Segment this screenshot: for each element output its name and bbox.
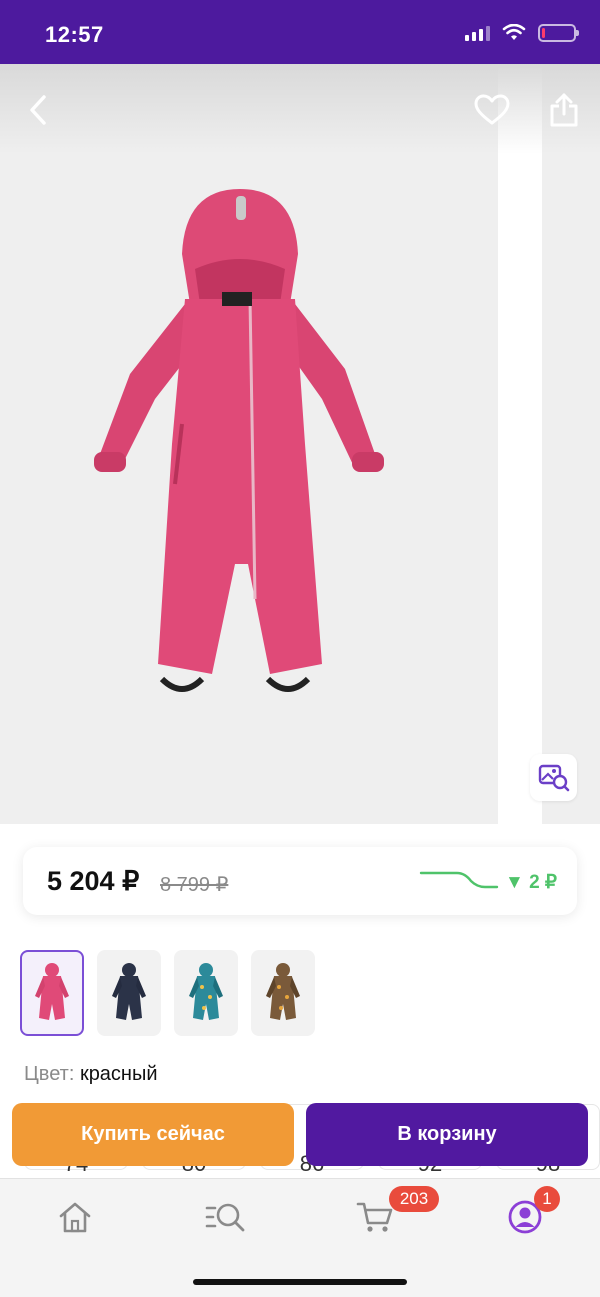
status-bar: 12:57 bbox=[0, 0, 600, 64]
wifi-icon bbox=[502, 24, 526, 40]
nav-cart[interactable]: 203 bbox=[350, 1186, 439, 1239]
nav-home[interactable] bbox=[50, 1195, 100, 1239]
product-image bbox=[94, 189, 384, 692]
variant-thumbnail-brown[interactable] bbox=[251, 950, 315, 1036]
variant-image bbox=[189, 963, 223, 1020]
catalog-search-icon bbox=[205, 1203, 245, 1232]
selected-color: Цвет: красный bbox=[24, 1063, 158, 1086]
signal-icon bbox=[465, 25, 490, 41]
color-variants bbox=[20, 950, 315, 1036]
gallery-next-image-edge bbox=[498, 64, 542, 824]
color-value: красный bbox=[79, 1063, 158, 1085]
nav-profile[interactable]: 1 bbox=[500, 1186, 560, 1239]
chevron-left-icon bbox=[30, 95, 46, 125]
status-icons bbox=[465, 24, 579, 42]
favorite-button[interactable] bbox=[470, 88, 514, 132]
variant-thumbnail-red[interactable] bbox=[20, 950, 84, 1036]
variant-thumbnail-teal[interactable] bbox=[174, 950, 238, 1036]
color-label: Цвет: bbox=[24, 1063, 75, 1085]
price-drop-label: ▼ 2 ₽ bbox=[505, 872, 558, 893]
nav-catalog[interactable] bbox=[200, 1195, 250, 1239]
search-by-photo-button[interactable] bbox=[530, 754, 577, 801]
old-price: 8 799 ₽ bbox=[160, 874, 229, 896]
share-button[interactable] bbox=[542, 88, 586, 132]
home-indicator bbox=[193, 1279, 407, 1285]
price-history-chart bbox=[419, 871, 499, 889]
buy-now-button[interactable]: Купить сейчас bbox=[12, 1103, 294, 1166]
home-icon bbox=[59, 1202, 91, 1233]
variant-image bbox=[266, 963, 300, 1020]
profile-badge: 1 bbox=[534, 1186, 560, 1212]
variant-thumbnail-navy[interactable] bbox=[97, 950, 161, 1036]
status-time: 12:57 bbox=[45, 22, 104, 47]
variant-image bbox=[35, 963, 69, 1020]
heart-icon bbox=[474, 94, 510, 125]
add-to-cart-button[interactable]: В корзину bbox=[306, 1103, 588, 1166]
back-button[interactable] bbox=[16, 88, 60, 132]
product-gallery[interactable] bbox=[0, 64, 600, 824]
variant-image bbox=[112, 963, 146, 1020]
cart-icon bbox=[356, 1202, 393, 1232]
image-search-icon bbox=[538, 764, 569, 791]
cart-badge: 203 bbox=[389, 1186, 439, 1212]
share-icon bbox=[550, 93, 578, 127]
current-price: 5 204 ₽ bbox=[47, 866, 140, 896]
price-card[interactable]: 5 204 ₽ 8 799 ₽ ▼ 2 ₽ bbox=[23, 847, 577, 915]
battery-icon bbox=[538, 24, 579, 42]
